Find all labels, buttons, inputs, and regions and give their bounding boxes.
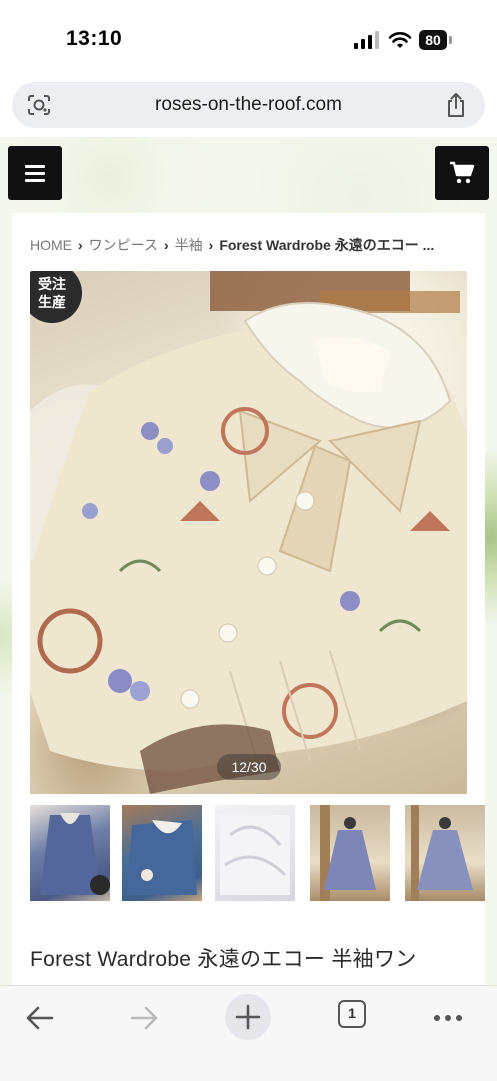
product-main-image[interactable]: 受注生産 12/30 [30,271,467,794]
product-title: Forest Wardrobe 永遠のエコー 半袖ワン [30,948,417,971]
menu-icon [25,165,45,168]
battery-indicator: 80 [419,30,453,50]
badge-line-2: 生産 [38,294,66,310]
thumbnail-strip [30,805,485,901]
thumbnail-dress-image [411,805,473,901]
battery-nub [449,36,452,44]
thumbnail-dress-image [320,805,376,901]
product-panel: HOME › ワンピース › 半袖 › Forest Wardrobe 永遠のエコー ... [12,213,485,985]
share-icon[interactable] [445,92,467,118]
image-counter: 12/30 [217,754,281,780]
menu-button[interactable] [8,146,62,200]
breadcrumb-onepiece[interactable]: ワンピース [89,237,158,253]
browser-toolbar: 1 [0,985,497,1081]
cellular-signal-icon [354,31,379,49]
dress-illustration [30,271,467,794]
forward-icon[interactable] [128,996,160,1040]
thumbnail-dress-image [40,813,110,895]
new-tab-button[interactable] [225,994,271,1040]
wifi-icon [388,32,412,48]
address-bar[interactable]: roses-on-the-roof.com [12,82,485,128]
breadcrumb: HOME › ワンピース › 半袖 › Forest Wardrobe 永遠のエコー ... [30,235,480,255]
breadcrumb-short-sleeve[interactable]: 半袖 [175,237,203,253]
thumbnail-dress-image [127,820,197,895]
plus-icon [235,1004,261,1030]
breadcrumb-separator: › [208,237,214,253]
breadcrumb-current: Forest Wardrobe 永遠のエコー ... [219,237,435,253]
thumbnail-2[interactable] [122,805,202,901]
menu-icon-line [25,179,45,182]
menu-icon-line [25,172,45,175]
breadcrumb-separator: › [163,237,169,253]
breadcrumb-home[interactable]: HOME [30,237,72,253]
status-bar: 13:10 80 [0,0,497,80]
tab-switcher-button[interactable]: 1 [338,1000,366,1028]
cart-button[interactable] [435,146,489,200]
battery-level: 80 [419,30,447,50]
more-icon[interactable] [432,996,464,1040]
web-page: HOME › ワンピース › 半袖 › Forest Wardrobe 永遠のエコー ... [0,137,497,985]
status-time: 13:10 [66,27,123,50]
badge-line-1: 受注 [38,276,66,292]
thumbnail-1[interactable] [30,805,110,901]
thumbnail-dress-image [220,815,290,895]
breadcrumb-separator: › [78,237,83,253]
thumbnail-3[interactable] [215,805,295,901]
thumbnail-4[interactable] [310,805,390,901]
url-text[interactable]: roses-on-the-roof.com [12,94,485,116]
back-icon[interactable] [24,996,56,1040]
thumbnail-5[interactable] [405,805,485,901]
cart-icon [450,161,475,184]
